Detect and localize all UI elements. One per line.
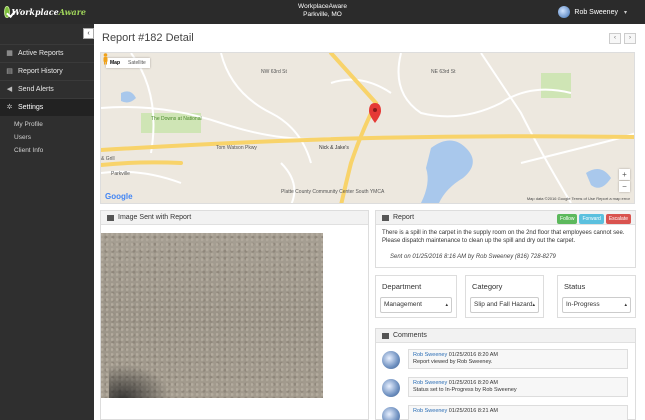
- category-label: Category: [472, 282, 503, 291]
- settings-subnav: My Profile Users Client Info: [0, 116, 94, 157]
- category-field: Category Slip and Fall Hazard ▴▾: [465, 275, 544, 318]
- map-label-parkville: Parkville: [111, 171, 130, 177]
- sidebar-item-active-reports[interactable]: ▦ Active Reports: [0, 44, 94, 62]
- map-label-street-nw: NW 63rd St: [261, 69, 287, 75]
- sidebar-item-label: Active Reports: [18, 50, 64, 57]
- image-panel-header: Image Sent with Report: [101, 211, 368, 225]
- comment-text: Report viewed by Rob Sweeney.: [413, 359, 493, 365]
- main-content: Report #182 Detail ‹ › Tom Watson Pkwy N…: [94, 24, 645, 420]
- subnav-item-users[interactable]: Users: [0, 131, 94, 144]
- map-label-downs: The Downs at National: [151, 116, 202, 122]
- next-report-button[interactable]: ›: [624, 33, 636, 44]
- comments-panel-title: Comments: [393, 332, 427, 339]
- comment-time: 01/25/2016 8:20 AM: [447, 352, 499, 358]
- user-name: Rob Sweeney: [574, 8, 618, 16]
- comment-box: Rob Sweeney 01/25/2016 8:20 AM Status se…: [408, 377, 628, 397]
- department-field: Department Management ▴▾: [375, 275, 457, 318]
- comment-item: Rob Sweeney 01/25/2016 8:20 AM Report vi…: [382, 349, 631, 373]
- map-label-grill: & Grill: [101, 156, 115, 162]
- avatar: [382, 379, 400, 397]
- pegman-icon[interactable]: [101, 53, 110, 65]
- comment-text: Status set to In-Progress by Rob Sweeney: [413, 387, 517, 393]
- user-menu[interactable]: Rob Sweeney ▾: [558, 4, 627, 20]
- category-select[interactable]: Slip and Fall Hazard ▴▾: [470, 297, 539, 313]
- status-field: Status In-Progress ▴▾: [557, 275, 636, 318]
- sidebar-item-label: Report History: [18, 68, 63, 75]
- forward-button[interactable]: Forward: [579, 214, 604, 224]
- zoom-out-button[interactable]: −: [619, 181, 630, 192]
- department-label: Department: [382, 282, 422, 291]
- dashboard-icon: ▦: [6, 50, 13, 57]
- map-label-road: Tom Watson Pkwy: [216, 145, 257, 151]
- subnav-item-client-info[interactable]: Client Info: [0, 144, 94, 157]
- image-panel-title: Image Sent with Report: [118, 214, 192, 221]
- subnav-item-my-profile[interactable]: My Profile: [0, 118, 94, 131]
- map-canvas: Tom Watson Pkwy Nick & Jake's The Downs …: [101, 53, 634, 203]
- sidebar-item-send-alerts[interactable]: ◀ Send Alerts: [0, 80, 94, 98]
- sidebar-item-settings[interactable]: ✲ Settings: [0, 98, 94, 116]
- report-panel: Report Follow Forward Escalate There is …: [375, 210, 636, 268]
- comment-time: 01/25/2016 8:20 AM: [447, 380, 499, 386]
- collapse-sidebar-button[interactable]: ‹: [83, 28, 94, 39]
- report-panel-title: Report: [393, 214, 415, 221]
- escalate-button[interactable]: Escalate: [605, 214, 631, 224]
- map-type-control: Map Satellite: [106, 58, 150, 68]
- avatar: [382, 407, 400, 420]
- comments-panel: Comments Rob Sweeney 01/25/2016 8:20 AM …: [375, 328, 636, 420]
- comment-box: Rob Sweeney 01/25/2016 8:21 AM: [408, 405, 628, 420]
- sidebar-item-label: Send Alerts: [18, 86, 54, 93]
- comment-item: Rob Sweeney 01/25/2016 8:20 AM Status se…: [382, 377, 631, 401]
- app-location: Parkville, MO: [303, 11, 342, 18]
- select-arrows-icon: ▴▾: [532, 302, 535, 308]
- gear-icon: ✲: [6, 104, 13, 111]
- zoom-in-button[interactable]: +: [619, 169, 630, 180]
- app-title-block: WorkplaceAware Parkville, MO: [0, 3, 645, 19]
- report-photo[interactable]: [101, 233, 323, 398]
- sidebar-item-report-history[interactable]: ▤ Report History: [0, 62, 94, 80]
- image-icon: [107, 214, 114, 221]
- avatar: [382, 351, 400, 369]
- status-label: Status: [564, 282, 586, 291]
- report-actions: Follow Forward Escalate: [555, 214, 631, 224]
- chevron-down-icon: ▾: [623, 9, 627, 16]
- image-panel: Image Sent with Report: [100, 210, 369, 420]
- sidebar-item-label: Settings: [18, 104, 44, 111]
- map-label-nick: Nick & Jake's: [319, 145, 349, 151]
- report-icon: [382, 214, 389, 221]
- map-type-satellite-button[interactable]: Satellite: [124, 58, 150, 68]
- avatar: [558, 6, 571, 18]
- google-logo: Google: [105, 192, 133, 201]
- map-label-community: Platte County Community Center South YMC…: [281, 189, 385, 195]
- select-arrows-icon: ▴▾: [445, 302, 448, 308]
- report-pager: ‹ ›: [606, 33, 636, 44]
- sidebar-nav: ▦ Active Reports ▤ Report History ◀ Send…: [0, 44, 94, 157]
- report-sent-info: Sent on 01/25/2016 8:16 AM by Rob Sweene…: [390, 254, 556, 260]
- status-select[interactable]: In-Progress ▴▾: [562, 297, 631, 313]
- previous-report-button[interactable]: ‹: [609, 33, 621, 44]
- sidebar: ‹ ▦ Active Reports ▤ Report History ◀ Se…: [0, 24, 94, 420]
- map-attribution[interactable]: Map data ©2016 Google Terms of Use Repor…: [527, 196, 630, 201]
- comment-author[interactable]: Rob Sweeney: [413, 408, 447, 414]
- map-label-street-ne: NE 63rd St: [431, 69, 456, 75]
- comment-box: Rob Sweeney 01/25/2016 8:20 AM Report vi…: [408, 349, 628, 369]
- comments-icon: [382, 332, 389, 339]
- page-title: Report #182 Detail: [102, 32, 194, 44]
- history-icon: ▤: [6, 68, 13, 75]
- top-bar: WorkplaceAware WorkplaceAware Parkville,…: [0, 0, 645, 24]
- comments-panel-header: Comments: [376, 329, 635, 343]
- department-select[interactable]: Management ▴▾: [380, 297, 452, 313]
- comment-time: 01/25/2016 8:21 AM: [447, 408, 499, 414]
- megaphone-icon: ◀: [6, 86, 13, 93]
- follow-button[interactable]: Follow: [557, 214, 578, 224]
- comment-author[interactable]: Rob Sweeney: [413, 380, 447, 386]
- report-text: There is a spill in the carpet in the su…: [382, 230, 625, 244]
- app-title: WorkplaceAware: [298, 3, 347, 10]
- select-arrows-icon: ▴▾: [624, 302, 627, 308]
- comment-author[interactable]: Rob Sweeney: [413, 352, 447, 358]
- location-map[interactable]: Tom Watson Pkwy Nick & Jake's The Downs …: [100, 52, 635, 204]
- comment-item: Rob Sweeney 01/25/2016 8:21 AM: [382, 405, 631, 420]
